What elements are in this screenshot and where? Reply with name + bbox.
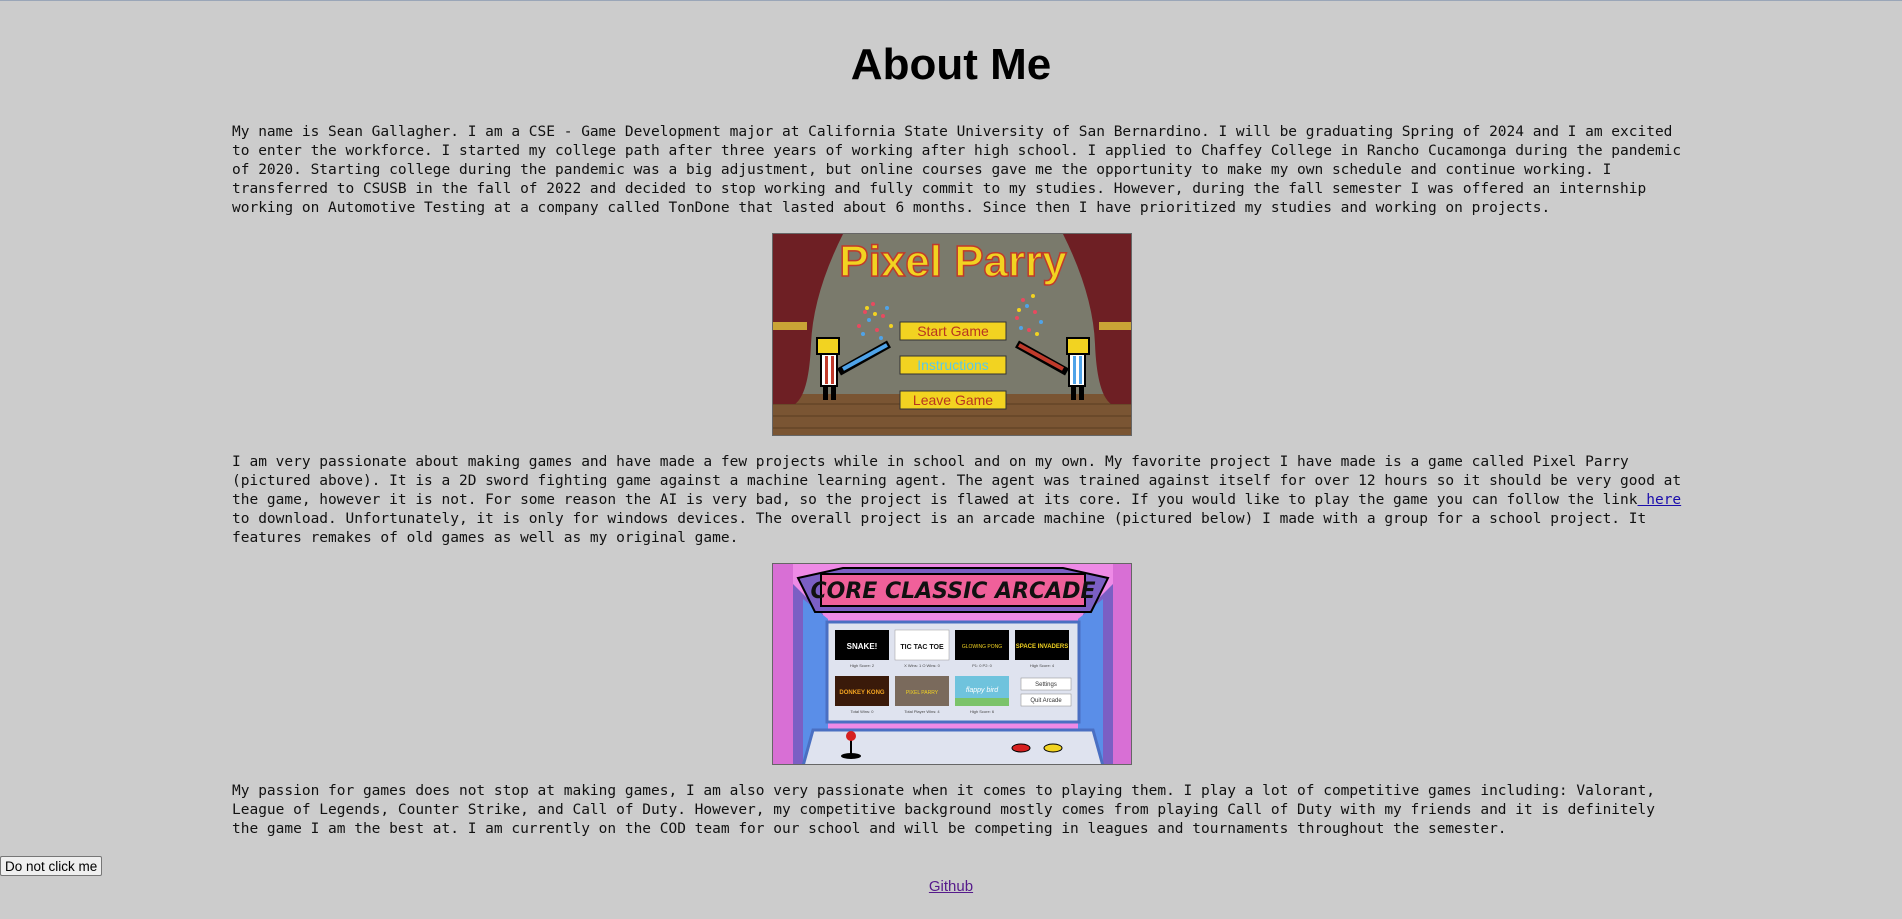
arcade-game-pong-label: GLOWING PONG [962, 644, 1002, 650]
arcade-game-snake-label: SNAKE! [847, 642, 878, 651]
footer: Github [0, 878, 1902, 895]
do-not-click-button[interactable]: Do not click me [0, 856, 103, 876]
arcade-game-pong-caption: P1: 0 P2: 0 [972, 663, 993, 668]
arcade-game-snake-caption: High Score: 2 [850, 663, 875, 668]
github-link[interactable]: Github [929, 878, 973, 895]
projects-text-after-link: to download. Unfortunately, it is only f… [232, 511, 1647, 546]
arcade-game-pixelparry-label: PIXEL PARRY [906, 690, 939, 696]
arcade-game-invaders-caption: High Score: 4 [1030, 663, 1055, 668]
download-here-link[interactable]: here [1638, 492, 1681, 508]
intro-paragraph: My name is Sean Gallagher. I am a CSE - … [232, 124, 1682, 216]
projects-paragraph: I am very passionate about making games … [232, 453, 1682, 548]
arcade-game-pixelparry-caption: Total Player Wins: 4 [904, 709, 940, 714]
arcade-game-flappy-caption: High Score: 6 [970, 709, 995, 714]
arcade-game-tictactoe-label: TIC TAC TOE [900, 644, 944, 651]
arcade-quit-label: Quit Arcade [1030, 698, 1062, 704]
arcade-game-flappy-label: flappy bird [966, 687, 999, 694]
projects-text-before-link: I am very passionate about making games … [232, 454, 1682, 508]
arcade-game-donkeykong-caption: Total Wins: 0 [851, 709, 875, 714]
arcade-game-invaders-label: SPACE INVADERS [1016, 644, 1068, 650]
arcade-machine-image: CORE CLASSIC ARCADE SNAKE! High Score: 2… [772, 563, 1132, 765]
arcade-game-tictactoe-caption: X Wins: 1 O Wins: 0 [904, 663, 941, 668]
arcade-banner: CORE CLASSIC ARCADE [811, 579, 1096, 604]
pixel-parry-logo: Pixel Parry [839, 237, 1067, 286]
pixel-parry-instructions-label: Instructions [917, 357, 989, 373]
arcade-settings-label: Settings [1035, 682, 1057, 688]
page-title: About Me [850, 40, 1052, 89]
pixel-parry-leave-label: Leave Game [913, 392, 993, 408]
arcade-game-donkeykong-label: DONKEY KONG [839, 690, 885, 696]
gaming-paragraph: My passion for games does not stop at ma… [232, 783, 1655, 837]
pixel-parry-start-label: Start Game [917, 323, 989, 339]
pixel-parry-image: Pixel Parry Start Game Instructions Leav… [772, 233, 1132, 436]
